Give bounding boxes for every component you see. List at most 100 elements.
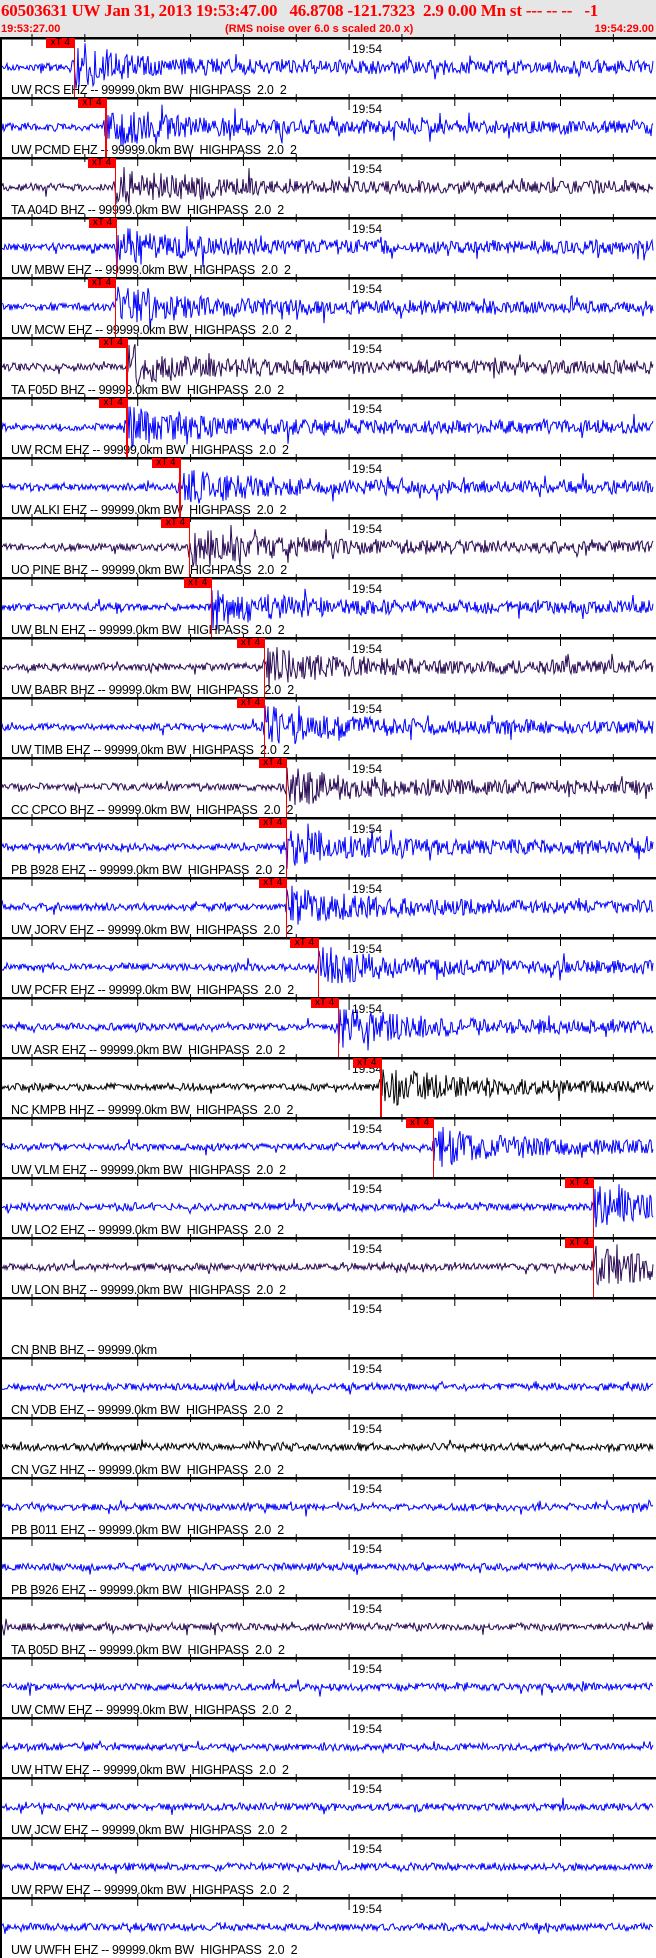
pick-label[interactable]: xT 4 [565, 1238, 594, 1248]
trace-panel[interactable]: 19:54 TA A04D BHZ -- 99999.0km BW HIGHPAS… [0, 154, 656, 218]
trace-panel[interactable]: 19:54 PB B926 EHZ -- 99999.0km BW HIGHPAS… [0, 1534, 656, 1598]
pick-label[interactable]: xT 4 [565, 1178, 594, 1188]
waveform [1, 1739, 654, 1755]
pick-label[interactable]: xT 4 [77, 98, 106, 108]
station-label: UW CMW EHZ -- 99999.0km BW HIGHPASS 2.0 … [11, 1703, 292, 1717]
trace-panel[interactable]: 19:54 CN BNB BHZ -- 99999.0km [0, 1294, 656, 1358]
trace-panel[interactable]: 19:54 UW LON BHZ -- 99999.0km BW HIGHPASS… [0, 1234, 656, 1298]
waveform [1, 104, 654, 147]
time-axis [0, 1477, 656, 1480]
trace-panel[interactable]: 19:54 UW JCW EHZ -- 99999.0km BW HIGHPASS… [0, 1774, 656, 1838]
station-label: UW RCS EHZ -- 99999.0km BW HIGHPASS 2.0 … [11, 83, 287, 97]
axis-time-label: 19:54 [352, 522, 383, 536]
axis-time-label: 19:54 [352, 882, 383, 896]
pick-label[interactable]: xT 4 [290, 938, 319, 948]
pick-label[interactable]: xT 4 [88, 218, 117, 228]
time-axis [0, 1177, 656, 1180]
time-axis [0, 1657, 656, 1660]
station-label: NC KMPB HHZ -- 99999.0km BW HIGHPASS 2.0… [11, 1103, 294, 1117]
trace-panel[interactable]: 19:54 UW MCW EHZ -- 99999.0km BW HIGHPASS… [0, 274, 656, 338]
trace-panel[interactable]: 19:54 UW RCS EHZ -- 99999.0km BW HIGHPASS… [0, 34, 656, 98]
window-start-time: 19:53:27.00 [1, 23, 61, 35]
axis-time-label: 19:54 [352, 642, 383, 656]
trace-panel[interactable]: 19:54 UW PCMD EHZ -- 99999.0km BW HIGHPAS… [0, 94, 656, 158]
trace-panel[interactable]: 19:54 UO PINE BHZ -- 99999.0km BW HIGHPAS… [0, 514, 656, 578]
axis-time-label: 19:54 [352, 1362, 383, 1376]
pick-label[interactable]: xT 4 [46, 38, 75, 48]
trace-panel[interactable]: 19:54 UW TIMB EHZ -- 99999.0km BW HIGHPAS… [0, 694, 656, 758]
axis-time-label: 19:54 [352, 582, 383, 596]
time-axis [0, 1117, 656, 1120]
pick-label[interactable]: xT 4 [310, 998, 339, 1008]
pick-label[interactable]: xT 4 [258, 818, 287, 828]
axis-time-label: 19:54 [352, 1302, 383, 1316]
station-label: UW ALKI EHZ -- 99999.0km BW HIGHPASS 2.0… [11, 503, 287, 517]
time-axis [0, 817, 656, 820]
waveform [1, 1921, 654, 1935]
pick-label[interactable]: xT 4 [258, 758, 287, 768]
time-axis [0, 37, 656, 40]
pick-label[interactable]: xT 4 [99, 398, 128, 408]
waveform [1, 1439, 654, 1454]
trace-panel[interactable]: 19:54 UW PCFR EHZ -- 99999.0km BW HIGHPAS… [0, 934, 656, 998]
trace-panel[interactable]: 19:54 UW CMW EHZ -- 99999.0km BW HIGHPASS… [0, 1654, 656, 1718]
trace-panel[interactable]: 19:54 UW MBW EHZ -- 99999.0km BW HIGHPASS… [0, 214, 656, 278]
time-axis [0, 1717, 656, 1720]
axis-time-label: 19:54 [352, 102, 383, 116]
trace-panel[interactable]: 19:54 TA F05D BHZ -- 99999.0km BW HIGHPAS… [0, 334, 656, 398]
pick-label[interactable]: xT 4 [87, 158, 116, 168]
pick-label[interactable]: xT 4 [87, 278, 116, 288]
pick-label[interactable]: xT 4 [151, 458, 180, 468]
waveform [1, 1244, 654, 1287]
trace-panel[interactable]: 19:54 NC KMPB HHZ -- 99999.0km BW HIGHPAS… [0, 1054, 656, 1118]
trace-panel[interactable]: 19:54 UW RCM EHZ -- 99999.0km BW HIGHPASS… [0, 394, 656, 458]
pick-label[interactable]: xT 4 [236, 638, 265, 648]
trace-panel[interactable]: 19:54 UW ASR EHZ -- 99999.0km BW HIGHPASS… [0, 994, 656, 1058]
station-label: UW LO2 EHZ -- 99999.0km BW HIGHPASS 2.0 … [11, 1223, 284, 1237]
time-axis [0, 697, 656, 700]
pick-label[interactable]: xT 4 [99, 338, 128, 348]
axis-time-label: 19:54 [352, 1182, 383, 1196]
scaling-note: (RMS noise over 6.0 s scaled 20.0 x) [225, 23, 414, 35]
station-label: UW VLM EHZ -- 99999.0km BW HIGHPASS 2.0 … [11, 1163, 286, 1177]
trace-panel[interactable]: 19:54 UW HTW EHZ -- 99999.0km BW HIGHPASS… [0, 1714, 656, 1778]
time-axis [0, 1777, 656, 1780]
waveform [1, 1499, 654, 1517]
pick-label[interactable]: xT 4 [183, 578, 212, 588]
waveform [1, 1379, 654, 1395]
axis-time-label: 19:54 [352, 1122, 383, 1136]
trace-panel[interactable]: 19:54 TA B05D BHZ -- 99999.0km BW HIGHPAS… [0, 1594, 656, 1658]
time-axis [0, 877, 656, 880]
pick-label[interactable]: xT 4 [161, 518, 190, 528]
axis-time-label: 19:54 [352, 942, 383, 956]
station-label: UW HTW EHZ -- 99999.0km BW HIGHPASS 2.0 … [11, 1763, 289, 1777]
trace-panel[interactable]: 19:54 UW LO2 EHZ -- 99999.0km BW HIGHPASS… [0, 1174, 656, 1238]
trace-panel[interactable]: 19:54 CC CPCO BHZ -- 99999.0km BW HIGHPAS… [0, 754, 656, 818]
trace-panel[interactable]: 19:54 CN VDB EHZ -- 99999.0km BW HIGHPASS… [0, 1354, 656, 1418]
axis-time-label: 19:54 [352, 1482, 383, 1496]
station-label: UW MBW EHZ -- 99999.0km BW HIGHPASS 2.0 … [11, 263, 291, 277]
trace-panel[interactable]: 19:54 UW JORV EHZ -- 99999.0km BW HIGHPAS… [0, 874, 656, 938]
trace-panel[interactable]: 19:54 UW RPW EHZ -- 99999.0km BW HIGHPASS… [0, 1834, 656, 1898]
pick-label[interactable]: xT 4 [405, 1118, 434, 1128]
time-axis [0, 1057, 656, 1060]
axis-time-label: 19:54 [352, 822, 383, 836]
time-axis [0, 457, 656, 460]
trace-panel[interactable]: 19:54 PB B928 EHZ -- 99999.0km BW HIGHPAS… [0, 814, 656, 878]
event-title: 60503631 UW Jan 31, 2013 19:53:47.00 46.… [1, 1, 599, 20]
trace-panel[interactable]: 19:54 UW ALKI EHZ -- 99999.0km BW HIGHPAS… [0, 454, 656, 518]
waveform [1, 470, 654, 504]
trace-panel[interactable]: 19:54 UW BLN EHZ -- 99999.0km BW HIGHPASS… [0, 574, 656, 638]
pick-label[interactable]: xT 4 [236, 698, 265, 708]
pick-label[interactable]: xT 4 [258, 878, 287, 888]
trace-panel[interactable]: 19:54 UW VLM EHZ -- 99999.0km BW HIGHPASS… [0, 1114, 656, 1178]
axis-time-label: 19:54 [352, 1002, 383, 1016]
trace-panel[interactable]: 19:54 UW BABR BHZ -- 99999.0km BW HIGHPAS… [0, 634, 656, 698]
axis-time-label: 19:54 [352, 702, 383, 716]
trace-panel[interactable]: 19:54 UW UWFH EHZ -- 99999.0km BW HIGHPAS… [0, 1894, 656, 1958]
trace-panel[interactable]: 19:54 CN VGZ HHZ -- 99999.0km BW HIGHPASS… [0, 1414, 656, 1478]
trace-panel[interactable]: 19:54 PB B011 EHZ -- 99999.0km BW HIGHPAS… [0, 1474, 656, 1538]
pick-label[interactable]: xT 4 [352, 1058, 381, 1068]
station-label: UW RPW EHZ -- 99999.0km BW HIGHPASS 2.0 … [11, 1883, 290, 1897]
waveform [1, 524, 654, 568]
